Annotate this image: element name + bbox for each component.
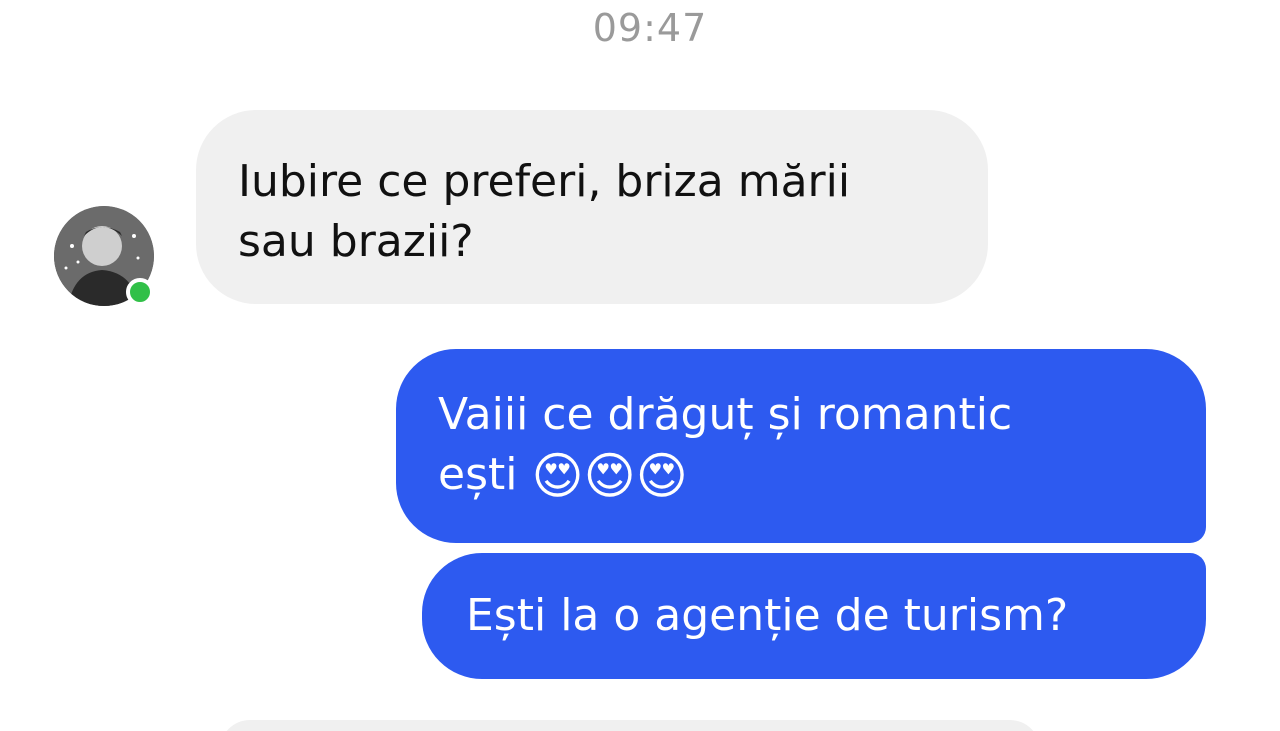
incoming-message-bubble[interactable]: Iubire ce preferi, briza mării sau brazi… bbox=[196, 110, 988, 304]
message-timestamp: 09:47 bbox=[592, 6, 708, 50]
outgoing-message-bubble[interactable]: Vaiii ce drăguț și romantic ești 😍😍😍 bbox=[396, 349, 1206, 543]
message-text-line: Ești la o agenție de turism? bbox=[466, 590, 1069, 641]
chat-thread: 09:47 Iubire ce preferi, briza mării sau… bbox=[0, 0, 1280, 731]
message-text-line: Iubire ce preferi, briza mării bbox=[238, 156, 851, 207]
outgoing-message-bubble[interactable]: Ești la o agenție de turism? bbox=[422, 553, 1206, 679]
incoming-message-bubble-partial[interactable] bbox=[220, 720, 1040, 731]
heart-eyes-emoji-icon: 😍😍😍 bbox=[531, 447, 688, 505]
message-text-fragment: ești bbox=[438, 449, 518, 500]
online-status-indicator bbox=[126, 278, 154, 306]
message-text-line: Vaiii ce drăguț și romantic bbox=[438, 389, 1013, 440]
contact-avatar[interactable] bbox=[54, 206, 154, 306]
message-text-line: sau brazii? bbox=[238, 216, 474, 267]
message-text-line: ești 😍😍😍 bbox=[438, 445, 1166, 505]
